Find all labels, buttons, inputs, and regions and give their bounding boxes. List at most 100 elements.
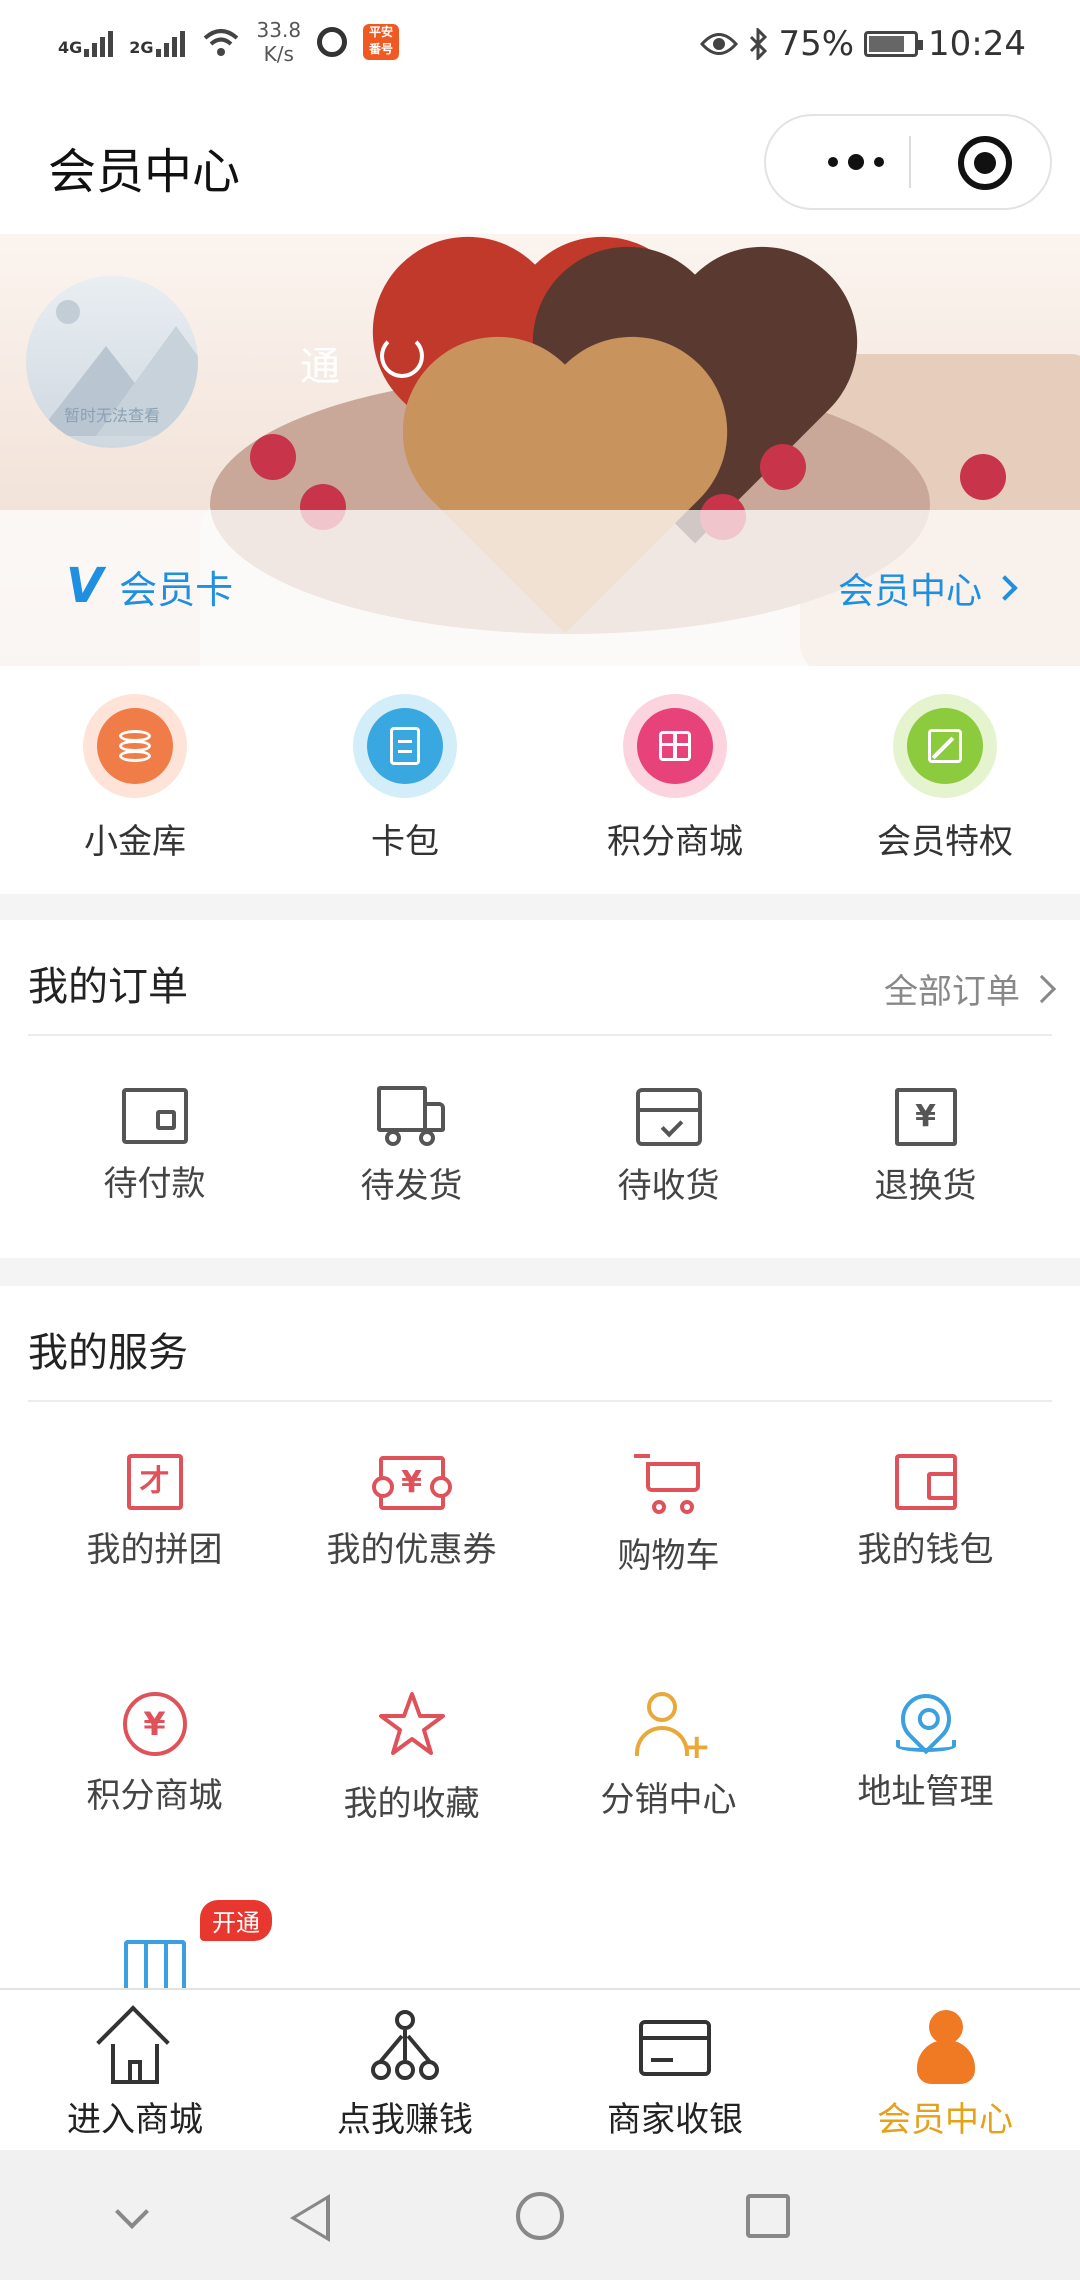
all-orders-label: 全部订单 bbox=[884, 972, 1020, 1012]
signal-1-icon: 4G bbox=[58, 27, 114, 57]
bank-card-icon bbox=[639, 2020, 711, 2076]
service-address-management[interactable]: 地址管理 bbox=[797, 1683, 1054, 1825]
member-center-link-label: 会员中心 bbox=[837, 571, 982, 612]
tab-member-center[interactable]: 会员中心 bbox=[810, 1990, 1080, 2150]
order-returns[interactable]: ¥ 退换货 bbox=[797, 1080, 1054, 1207]
back-icon[interactable] bbox=[290, 2194, 330, 2242]
person-icon bbox=[905, 2010, 985, 2086]
quick-action-label: 积分商城 bbox=[607, 822, 743, 862]
quick-action-member-privileges[interactable]: 会员特权 bbox=[810, 666, 1080, 894]
service-coupons[interactable]: ¥ 我的优惠券 bbox=[283, 1446, 540, 1577]
tab-merchant-cashier[interactable]: 商家收银 bbox=[540, 1990, 810, 2150]
battery-percent: 75% bbox=[778, 24, 855, 64]
service-item-label: 购物车 bbox=[617, 1536, 720, 1576]
truck-icon bbox=[376, 1086, 447, 1146]
cart-icon bbox=[633, 1450, 704, 1516]
bluetooth-icon bbox=[750, 28, 768, 60]
order-pending-shipment[interactable]: 待发货 bbox=[283, 1080, 540, 1207]
edit-icon bbox=[928, 729, 962, 763]
add-user-icon: + bbox=[633, 1688, 711, 1764]
chevron-right-icon bbox=[1027, 974, 1057, 1003]
wallet-icon bbox=[894, 1454, 957, 1510]
all-orders-link[interactable]: 全部订单 bbox=[884, 964, 1057, 1013]
raspberry bbox=[250, 434, 296, 480]
status-bar: 4G 2G 33.8 K/s 平安 番号 75% 10:24 bbox=[0, 0, 1080, 92]
order-pending-payment[interactable]: 待付款 bbox=[26, 1080, 283, 1207]
refresh-icon[interactable] bbox=[380, 334, 424, 378]
speed-value: 33.8 bbox=[256, 18, 302, 42]
service-cart[interactable]: 购物车 bbox=[540, 1446, 797, 1577]
services-grid-row-2: ¥ 积分商城 我的收藏 + 分销中心 地址管理 bbox=[26, 1683, 1054, 1825]
tab-enter-mall[interactable]: 进入商城 bbox=[0, 1990, 270, 2150]
star-icon bbox=[378, 1692, 445, 1755]
orders-section: 我的订单 全部订单 待付款 待发货 待收货 ¥ 退换货 bbox=[0, 920, 1080, 1258]
tab-label: 进入商城 bbox=[67, 2100, 203, 2140]
service-distribution-center[interactable]: + 分销中心 bbox=[540, 1688, 797, 1825]
service-item-label: 我的优惠券 bbox=[326, 1530, 497, 1570]
gift-icon bbox=[659, 731, 691, 761]
username: 通 bbox=[300, 344, 340, 390]
services-title: 我的服务 bbox=[28, 1330, 188, 1376]
services-header: 我的服务 bbox=[28, 1286, 1052, 1402]
member-card-button[interactable]: V 会员卡 bbox=[66, 558, 233, 614]
order-item-label: 待收货 bbox=[617, 1166, 720, 1206]
service-favorites[interactable]: 我的收藏 bbox=[283, 1688, 540, 1825]
quick-action-vault[interactable]: 小金库 bbox=[0, 666, 270, 894]
coupon-icon: ¥ bbox=[371, 1456, 452, 1510]
signal-1-label: 4G bbox=[58, 38, 83, 57]
quick-action-label: 会员特权 bbox=[877, 822, 1013, 862]
service-group-buy[interactable]: 才 我的拼团 bbox=[26, 1446, 283, 1577]
more-options-icon[interactable] bbox=[806, 116, 906, 208]
signal-2-icon: 2G bbox=[129, 27, 185, 57]
eye-icon bbox=[700, 33, 739, 55]
services-section: 我的服务 才 我的拼团 ¥ 我的优惠券 购物车 我的钱包 ¥ 积分商城 我的收藏… bbox=[0, 1286, 1080, 1994]
order-pending-receipt[interactable]: 待收货 bbox=[540, 1080, 797, 1207]
vip-v-icon: V bbox=[66, 558, 104, 614]
map-icon[interactable] bbox=[124, 1940, 186, 1994]
yen-circle-icon: ¥ bbox=[122, 1692, 187, 1756]
clock: 10:24 bbox=[928, 24, 1026, 64]
member-card-label: 会员卡 bbox=[119, 567, 234, 612]
page-title: 会员中心 bbox=[48, 144, 241, 200]
chevron-down-icon[interactable] bbox=[115, 2195, 149, 2229]
system-nav-bar bbox=[0, 2150, 1080, 2280]
tab-label: 会员中心 bbox=[877, 2100, 1013, 2140]
tab-earn-money[interactable]: 点我赚钱 bbox=[270, 1990, 540, 2150]
profile-banner: 暂时无法查看 通 V 会员卡 会员中心 bbox=[0, 234, 1080, 666]
order-item-label: 待发货 bbox=[360, 1166, 463, 1206]
recent-apps-icon[interactable] bbox=[746, 2194, 790, 2238]
service-item-label: 我的收藏 bbox=[343, 1784, 480, 1824]
group-buy-icon: 才 bbox=[126, 1454, 183, 1510]
orders-grid: 待付款 待发货 待收货 ¥ 退换货 bbox=[26, 1080, 1054, 1207]
share-tree-icon bbox=[365, 2010, 445, 2086]
activate-badge: 开通 bbox=[200, 1900, 272, 1941]
services-grid-row-1: 才 我的拼团 ¥ 我的优惠券 购物车 我的钱包 bbox=[26, 1446, 1054, 1577]
home-circle-icon[interactable] bbox=[516, 2192, 564, 2240]
service-wallet[interactable]: 我的钱包 bbox=[797, 1446, 1054, 1577]
raspberry bbox=[960, 454, 1006, 500]
tab-label: 点我赚钱 bbox=[337, 2100, 473, 2140]
order-item-label: 退换货 bbox=[874, 1166, 977, 1206]
return-icon: ¥ bbox=[894, 1088, 957, 1146]
wallet-icon bbox=[121, 1088, 188, 1144]
service-item-label: 分销中心 bbox=[600, 1780, 737, 1820]
inbox-icon bbox=[635, 1088, 702, 1146]
quick-action-label: 小金库 bbox=[84, 822, 186, 862]
avatar[interactable]: 暂时无法查看 bbox=[26, 276, 198, 448]
close-mini-program-icon[interactable] bbox=[958, 136, 1012, 190]
member-center-link[interactable]: 会员中心 bbox=[837, 562, 1018, 614]
service-item-label: 地址管理 bbox=[857, 1772, 994, 1812]
network-speed: 33.8 K/s bbox=[257, 18, 302, 66]
service-points-mall[interactable]: ¥ 积分商城 bbox=[26, 1688, 283, 1825]
signal-2-label: 2G bbox=[129, 38, 154, 57]
title-bar: 会员中心 bbox=[0, 92, 1080, 234]
quick-action-card-pack[interactable]: 卡包 bbox=[270, 666, 540, 894]
orders-header: 我的订单 全部订单 bbox=[28, 920, 1057, 1036]
order-item-label: 待付款 bbox=[103, 1164, 206, 1204]
quick-action-points-mall[interactable]: 积分商城 bbox=[540, 666, 810, 894]
member-card-strip: V 会员卡 会员中心 bbox=[0, 510, 1080, 666]
status-left: 4G 2G 33.8 K/s 平安 番号 bbox=[58, 18, 400, 66]
bottom-tab-bar: 进入商城 点我赚钱 商家收银 会员中心 bbox=[0, 1988, 1080, 2150]
service-item-label: 积分商城 bbox=[86, 1776, 223, 1816]
alarm-icon bbox=[317, 27, 348, 57]
